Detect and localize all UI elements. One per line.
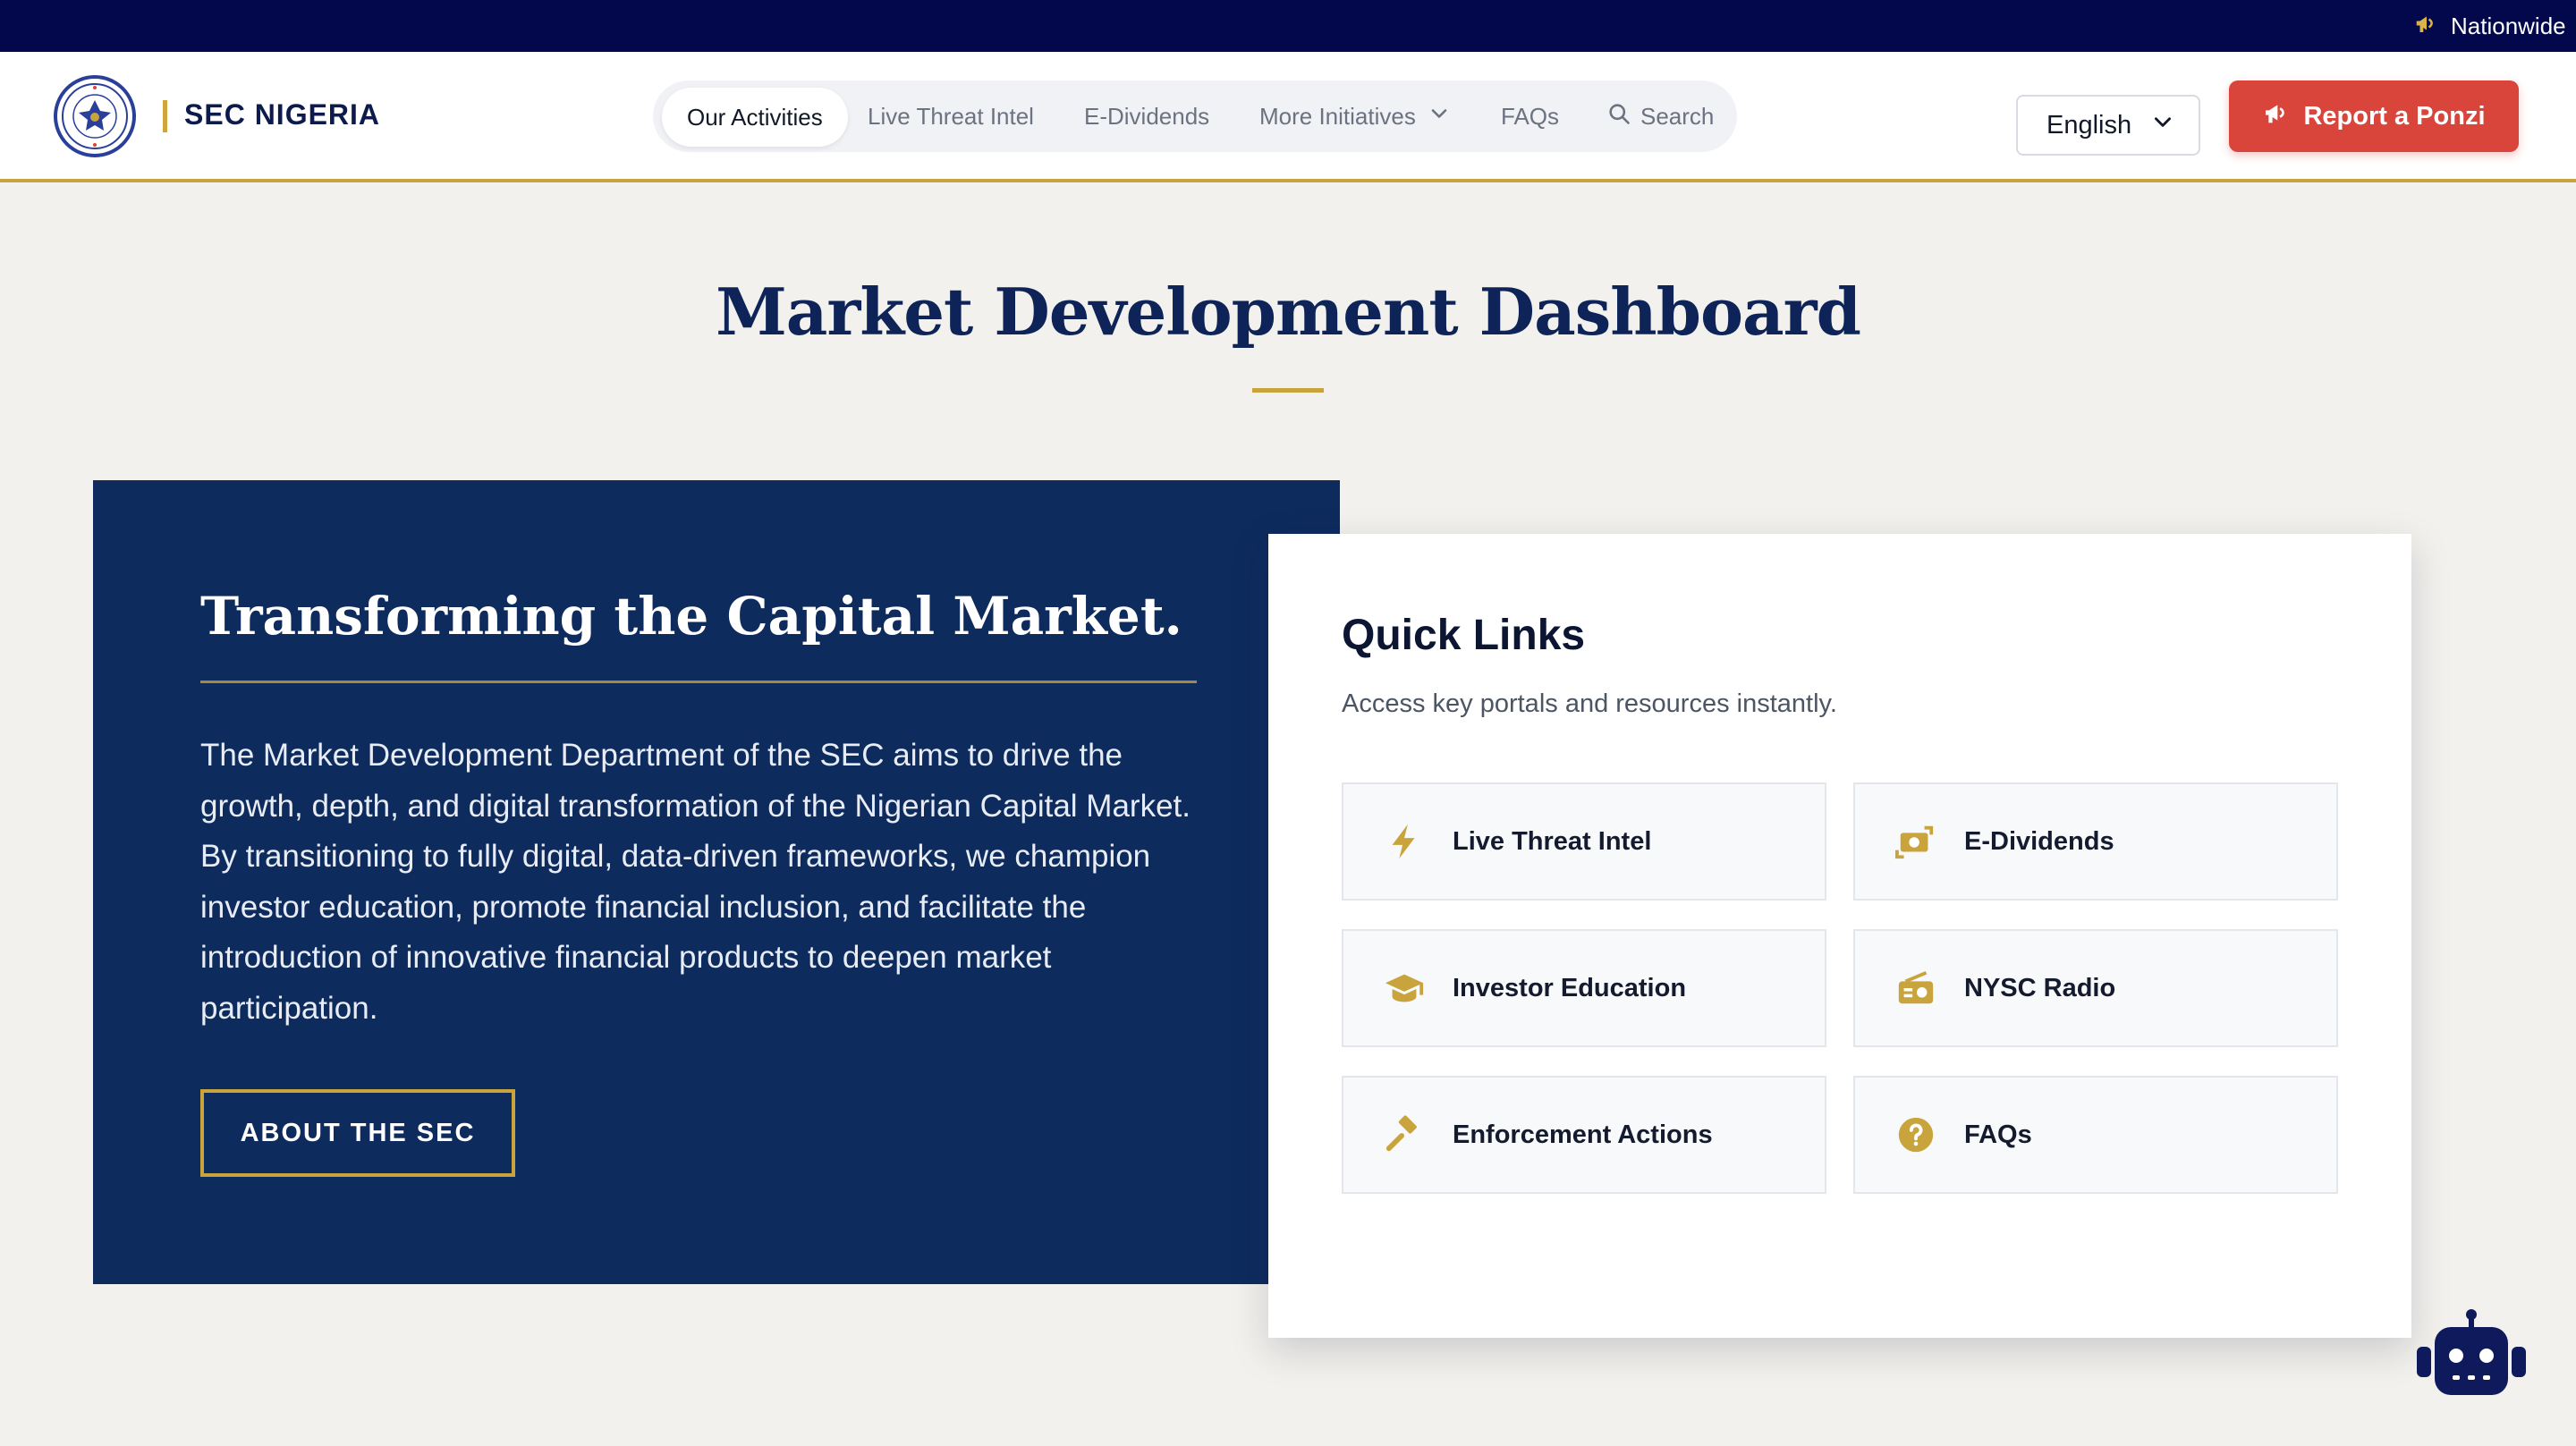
- money-transfer-icon: [1893, 818, 1939, 865]
- megaphone-icon: [2413, 10, 2440, 43]
- language-value: English: [2046, 110, 2132, 140]
- chevron-down-icon: [1427, 101, 1452, 132]
- nav-our-activities[interactable]: Our Activities: [662, 88, 848, 147]
- radio-icon: [1893, 965, 1939, 1011]
- quick-link-live-threat-intel[interactable]: Live Threat Intel: [1342, 782, 1826, 901]
- report-ponzi-button[interactable]: Report a Ponzi: [2229, 80, 2519, 152]
- page-title: Market Development Dashboard: [716, 274, 1861, 350]
- quick-link-label: E-Dividends: [1964, 826, 2114, 856]
- brand-name[interactable]: SEC NIGERIA: [184, 98, 380, 131]
- quick-link-label: Enforcement Actions: [1453, 1120, 1713, 1149]
- question-circle-icon: [1893, 1112, 1939, 1158]
- megaphone-icon: [2262, 98, 2291, 134]
- chevron-down-icon: [2151, 110, 2174, 140]
- report-ponzi-label: Report a Ponzi: [2303, 101, 2486, 131]
- announcement-ticker[interactable]: Nationwide: [2413, 0, 2566, 52]
- about-sec-button[interactable]: ABOUT THE SEC: [200, 1089, 515, 1177]
- quick-links-title: Quick Links: [1342, 612, 1586, 659]
- graduation-cap-icon: [1381, 965, 1428, 1011]
- quick-link-label: Live Threat Intel: [1453, 826, 1652, 856]
- announcement-bar: Nationwide: [0, 0, 2576, 52]
- hero-heading: Transforming the Capital Market.: [200, 586, 1182, 647]
- hero-card: Transforming the Capital Market. The Mar…: [93, 480, 1340, 1284]
- brand-divider: [163, 100, 167, 132]
- search-icon: [1606, 101, 1631, 132]
- title-underline: [1252, 388, 1324, 393]
- quick-link-investor-education[interactable]: Investor Education: [1342, 929, 1826, 1047]
- chatbot-launcher[interactable]: [2415, 1307, 2528, 1400]
- site-header: SEC NIGERIA Our Activities Live Threat I…: [0, 52, 2576, 182]
- nav-search-label: Search: [1640, 102, 1715, 130]
- hero-body: The Market Development Department of the…: [200, 738, 1191, 1026]
- quick-link-nysc-radio[interactable]: NYSC Radio: [1853, 929, 2338, 1047]
- quick-links-card: Quick Links Access key portals and resou…: [1268, 534, 2411, 1338]
- nav-faqs[interactable]: FAQs: [1501, 80, 1559, 152]
- quick-link-faqs[interactable]: FAQs: [1853, 1076, 2338, 1194]
- quick-link-e-dividends[interactable]: E-Dividends: [1853, 782, 2338, 901]
- quick-links-subtitle: Access key portals and resources instant…: [1342, 689, 1837, 718]
- hero-divider: [200, 681, 1197, 683]
- nav-search[interactable]: Search: [1606, 80, 1714, 152]
- quick-link-label: FAQs: [1964, 1120, 2032, 1149]
- quick-link-label: NYSC Radio: [1964, 973, 2116, 1002]
- lightning-bolt-icon: [1381, 818, 1428, 865]
- quick-link-label: Investor Education: [1453, 973, 1687, 1002]
- nav-live-threat-intel[interactable]: Live Threat Intel: [868, 80, 1034, 152]
- ticker-text: Nationwide: [2451, 12, 2566, 39]
- robot-icon: [2415, 1309, 2528, 1404]
- nav-more-initiatives-label: More Initiatives: [1259, 102, 1416, 130]
- nav-more-initiatives[interactable]: More Initiatives: [1259, 80, 1452, 152]
- quick-link-enforcement-actions[interactable]: Enforcement Actions: [1342, 1076, 1826, 1194]
- sec-seal-logo[interactable]: [54, 75, 136, 157]
- main-nav: Our Activities Live Threat Intel E-Divid…: [653, 80, 1737, 152]
- language-select[interactable]: English: [2016, 95, 2200, 156]
- nav-e-dividends[interactable]: E-Dividends: [1084, 80, 1209, 152]
- gavel-icon: [1381, 1112, 1428, 1158]
